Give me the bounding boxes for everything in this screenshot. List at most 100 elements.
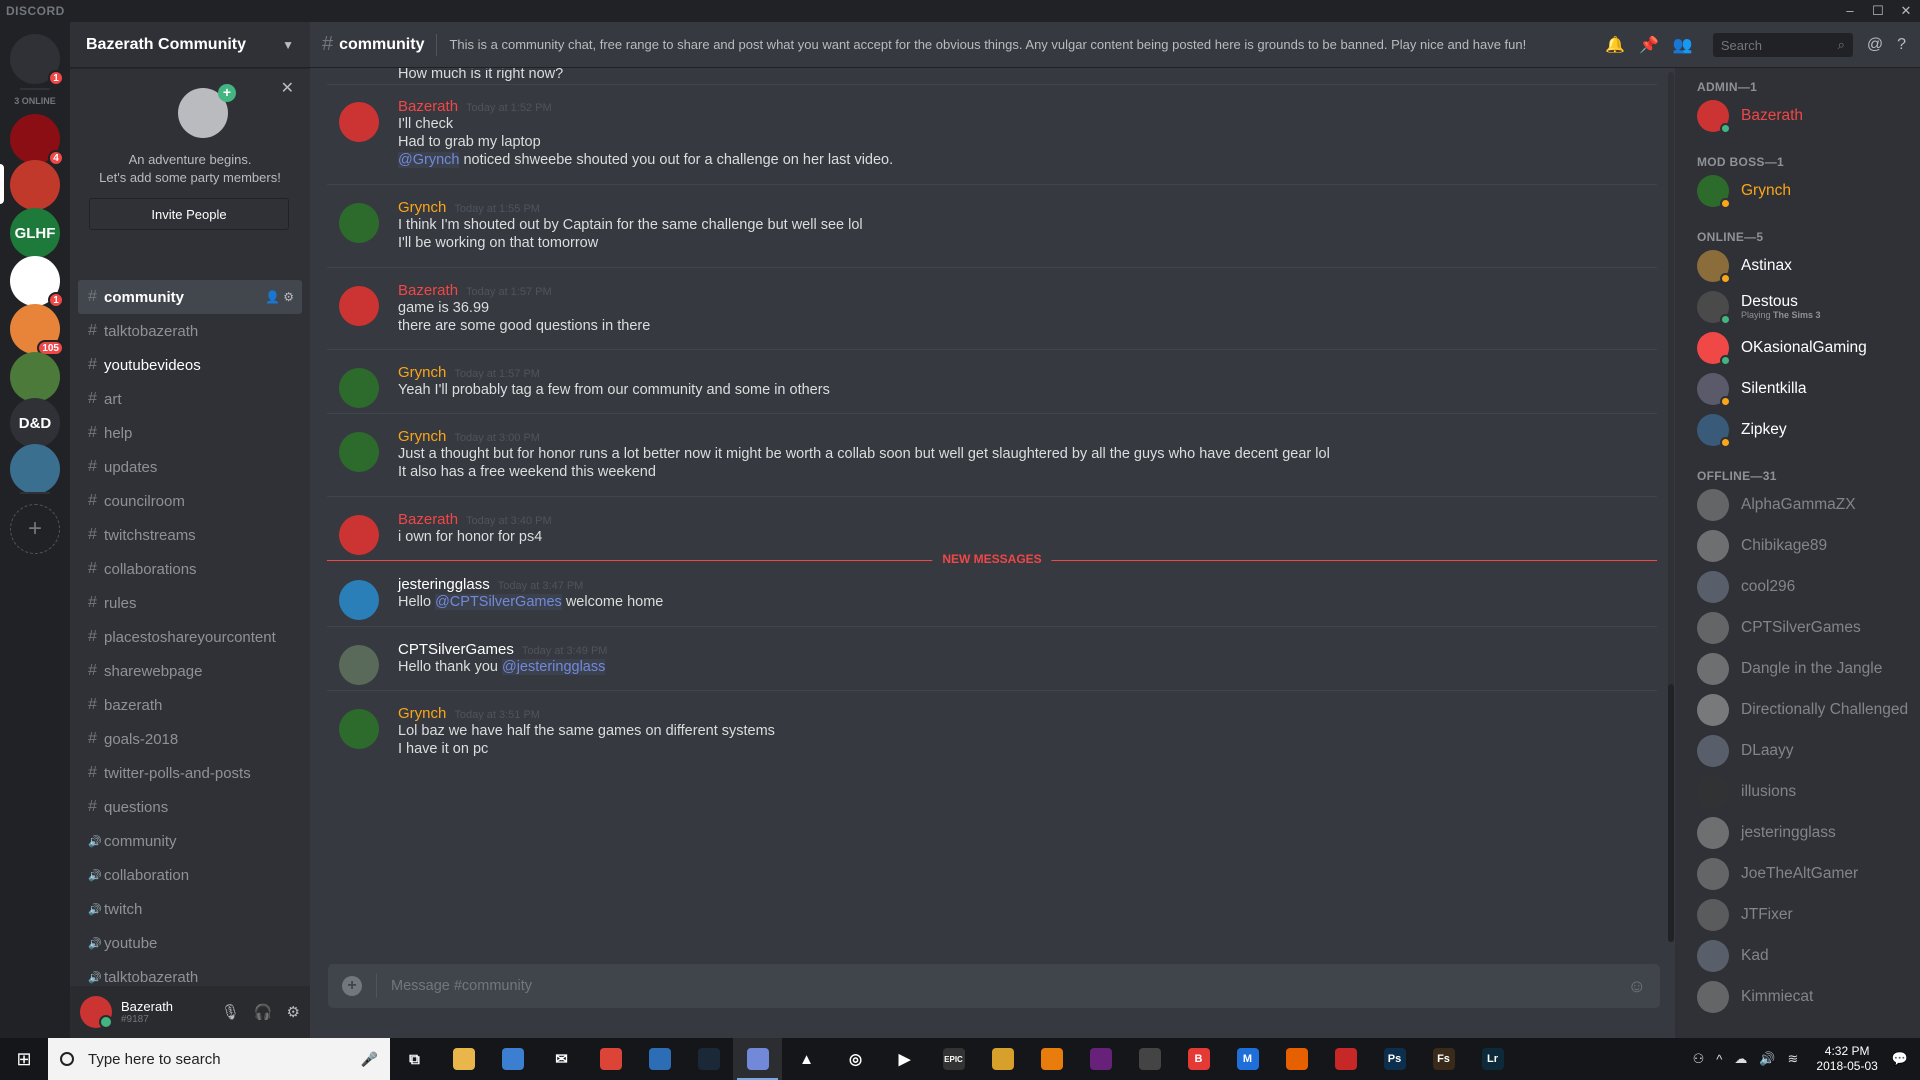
channel-item-community[interactable]: # community 👤 ⚙ <box>78 280 302 314</box>
steam-icon[interactable] <box>684 1038 733 1080</box>
user-mention[interactable]: @CPTSilverGames <box>435 594 562 610</box>
clock[interactable]: 4:32 PM 2018-05-03 <box>1816 1044 1877 1074</box>
avatar[interactable] <box>339 515 379 555</box>
search-input[interactable]: Search ⌕ <box>1712 33 1853 57</box>
member-item[interactable]: Directionally Challenged <box>1697 690 1908 730</box>
volume-icon[interactable]: 🔊 <box>1759 1051 1775 1067</box>
member-item[interactable]: Destous Playing The Sims 3 <box>1697 287 1821 327</box>
visual-studio-icon[interactable] <box>1076 1038 1125 1080</box>
app-b-icon[interactable]: B <box>1174 1038 1223 1080</box>
channel-item-twitter-polls-and-posts[interactable]: # twitter-polls-and-posts <box>78 756 302 790</box>
author-name[interactable]: Grynch <box>398 428 446 445</box>
maximize-icon[interactable]: ☐ <box>1864 3 1892 19</box>
avatar[interactable] <box>339 286 379 326</box>
members-icon[interactable]: 👥 <box>1673 35 1693 55</box>
invite-icon[interactable]: 👤 <box>265 290 280 304</box>
server-icon[interactable] <box>10 352 60 402</box>
member-item[interactable]: DLaayy <box>1697 731 1794 771</box>
people-icon[interactable]: ⚇ <box>1693 1051 1705 1067</box>
avatar[interactable] <box>339 645 379 685</box>
channel-item-rules[interactable]: # rules <box>78 586 302 620</box>
channel-item-updates[interactable]: # updates <box>78 450 302 484</box>
channel-item-sharewebpage[interactable]: # sharewebpage <box>78 654 302 688</box>
author-name[interactable]: Grynch <box>398 364 446 381</box>
member-item[interactable]: AlphaGammaZX <box>1697 485 1856 525</box>
bell-icon[interactable]: 🔔 <box>1605 35 1625 55</box>
author-name[interactable]: jesteringglass <box>398 576 490 593</box>
mention-icon[interactable]: @ <box>1867 36 1883 54</box>
channel-item-help[interactable]: # help <box>78 416 302 450</box>
member-item[interactable]: Bazerath <box>1697 96 1803 136</box>
close-icon[interactable]: ✕ <box>281 78 294 98</box>
chevron-up-icon[interactable]: ^ <box>1716 1052 1722 1067</box>
network-icon[interactable]: ☁ <box>1734 1051 1747 1067</box>
member-item[interactable]: Kad <box>1697 936 1769 976</box>
server-icon[interactable]: 105 <box>10 304 64 356</box>
photoshop-icon[interactable]: Ps <box>1370 1038 1419 1080</box>
author-name[interactable]: Grynch <box>398 199 446 216</box>
author-name[interactable]: Bazerath <box>398 511 458 528</box>
channel-item-councilroom[interactable]: # councilroom <box>78 484 302 518</box>
epic-games-icon[interactable]: EPIC <box>929 1038 978 1080</box>
channel-item-bazerath[interactable]: # bazerath <box>78 688 302 722</box>
avatar[interactable] <box>339 580 379 620</box>
user-mention[interactable]: @jesteringglass <box>501 659 606 675</box>
author-name[interactable]: Bazerath <box>398 98 458 115</box>
firefox-icon[interactable] <box>1272 1038 1321 1080</box>
member-item[interactable]: Kimmiecat <box>1697 977 1813 1017</box>
chevron-down-icon[interactable]: ▼ <box>282 38 294 52</box>
author-name[interactable]: Grynch <box>398 705 446 722</box>
scrollbar[interactable] <box>1668 72 1674 942</box>
server-icon[interactable]: 1 <box>10 256 64 308</box>
server-icon[interactable]: 4 <box>10 114 64 166</box>
avatar[interactable] <box>339 102 379 142</box>
author-name[interactable]: CPTSilverGames <box>398 641 514 658</box>
game-app-icon[interactable] <box>978 1038 1027 1080</box>
invite-people-button[interactable]: Invite People <box>89 198 289 230</box>
add-server-button[interactable]: + <box>10 504 60 554</box>
pin-icon[interactable]: 📌 <box>1639 35 1659 55</box>
headphones-icon[interactable]: 🎧 <box>254 1003 273 1021</box>
media-player-icon[interactable]: ▶ <box>880 1038 929 1080</box>
message-input[interactable] <box>391 978 1628 994</box>
channel-item-goals-2018[interactable]: # goals-2018 <box>78 722 302 756</box>
channel-item-twitch[interactable]: 🔊 twitch <box>78 892 302 926</box>
emoji-icon[interactable]: ☺ <box>1628 976 1646 997</box>
avatar[interactable] <box>80 996 113 1029</box>
server-icon[interactable]: 1 <box>10 34 64 86</box>
member-item[interactable]: Silentkilla <box>1697 369 1806 409</box>
channel-item-talktobazerath[interactable]: # talktobazerath <box>78 314 302 348</box>
author-name[interactable]: Bazerath <box>398 282 458 299</box>
lightroom-icon[interactable]: Lr <box>1468 1038 1517 1080</box>
member-item[interactable]: JTFixer <box>1697 895 1793 935</box>
gear-icon[interactable]: ⚙ <box>283 290 294 304</box>
avatar[interactable] <box>339 368 379 408</box>
channel-item-art[interactable]: # art <box>78 382 302 416</box>
vlc-icon[interactable]: ▲ <box>782 1038 831 1080</box>
wifi-icon[interactable]: ≋ <box>1788 1051 1799 1067</box>
microphone-icon[interactable]: 🎤 <box>361 1051 378 1068</box>
unity-icon[interactable] <box>1125 1038 1174 1080</box>
obs-icon[interactable]: ◎ <box>831 1038 880 1080</box>
channel-item-youtube[interactable]: 🔊 youtube <box>78 926 302 960</box>
channel-item-collaboration[interactable]: 🔊 collaboration <box>78 858 302 892</box>
file-explorer-icon[interactable] <box>439 1038 488 1080</box>
member-item[interactable]: Grynch <box>1697 171 1791 211</box>
avatar[interactable] <box>339 709 379 749</box>
app-blue-icon[interactable] <box>635 1038 684 1080</box>
notifications-icon[interactable]: 💬 <box>1892 1051 1908 1067</box>
member-item[interactable]: Zipkey <box>1697 410 1787 450</box>
member-item[interactable]: illusions <box>1697 772 1796 812</box>
discord-icon[interactable] <box>733 1038 782 1080</box>
channel-item-placestoshareyourcontent[interactable]: # placestoshareyourcontent <box>78 620 302 654</box>
gear-icon[interactable]: ⚙ <box>287 1003 300 1021</box>
channel-item-questions[interactable]: # questions <box>78 790 302 824</box>
scrollbar-thumb[interactable] <box>1668 684 1674 942</box>
member-item[interactable]: Chibikage89 <box>1697 526 1827 566</box>
task-view-icon[interactable]: ⧉ <box>390 1038 439 1080</box>
server-icon[interactable] <box>10 444 60 494</box>
channel-item-youtubevideos[interactable]: # youtubevideos <box>78 348 302 382</box>
store-icon[interactable] <box>488 1038 537 1080</box>
chrome-icon[interactable] <box>586 1038 635 1080</box>
upload-icon[interactable]: + <box>342 976 362 996</box>
